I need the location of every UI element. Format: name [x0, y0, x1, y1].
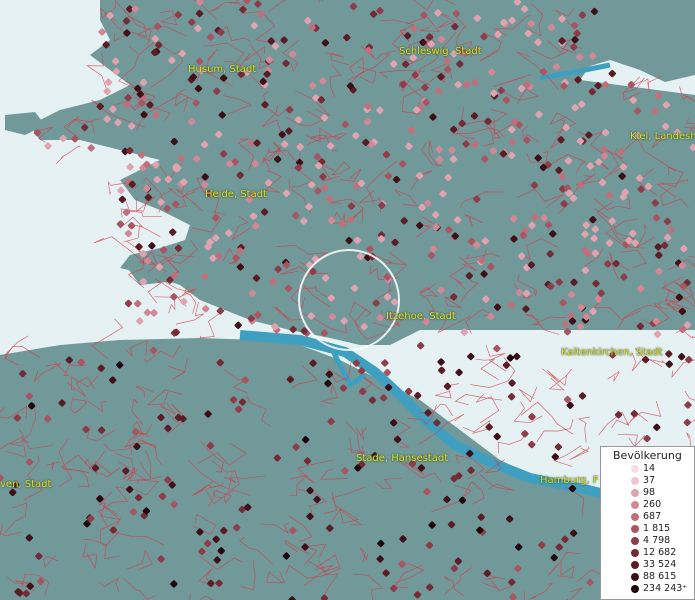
label-stade: Stade, Hansestadt	[356, 453, 449, 464]
population-map[interactable]	[0, 0, 695, 600]
label-heide: Heide, Stadt	[205, 189, 267, 200]
legend-entry: 98	[601, 487, 695, 499]
label-kiel: Kiel, Landesh	[630, 131, 695, 142]
legend-swatch	[631, 549, 639, 557]
legend-label: 260	[643, 499, 662, 510]
legend-entry: 687	[601, 511, 695, 523]
legend-swatch	[631, 489, 639, 497]
legend-label: 12 682	[643, 547, 677, 558]
legend-label: 98	[643, 487, 656, 498]
legend-label: 234 243⁺	[643, 583, 688, 594]
legend-entry: 33 524	[601, 559, 695, 571]
label-hamburg: Hamburg, F	[540, 475, 599, 486]
legend-swatch	[631, 573, 639, 581]
legend-entry: 37	[601, 475, 695, 487]
legend-entry: 1 815	[601, 523, 695, 535]
legend-title: Bevölkerung	[613, 449, 682, 462]
legend-entry: 4 798	[601, 535, 695, 547]
legend-swatch	[631, 513, 639, 521]
legend-swatch	[631, 465, 639, 473]
legend-entry: 88 615	[601, 571, 695, 583]
legend-swatch	[631, 525, 639, 533]
legend-swatch	[631, 501, 639, 509]
label-schleswig: Schleswig, Stadt	[399, 46, 482, 57]
legend-label: 88 615	[643, 571, 677, 582]
legend-label: 37	[643, 475, 656, 486]
population-legend: Bevölkerung 14 37 98 260 687 1 815 4 798…	[600, 446, 695, 600]
legend-entry: 234 243⁺	[601, 583, 695, 595]
legend-swatch	[631, 585, 639, 593]
legend-label: 14	[643, 463, 656, 474]
legend-label: 33 524	[643, 559, 677, 570]
legend-swatch	[631, 537, 639, 545]
legend-label: 4 798	[643, 535, 671, 546]
legend-entry: 12 682	[601, 547, 695, 559]
legend-entry: 260	[601, 499, 695, 511]
legend-swatch	[631, 477, 639, 485]
label-kaltenkirchen: Kaltenkirchen, Stadt	[561, 347, 663, 358]
label-husum: Husum, Stadt	[188, 64, 257, 75]
legend-swatch	[631, 561, 639, 569]
legend-label: 1 815	[643, 523, 671, 534]
label-itzehoe: Itzehoe, Stadt	[386, 311, 456, 322]
legend-label: 687	[643, 511, 662, 522]
legend-entry: 14	[601, 463, 695, 475]
label-cuxhaven: ven, Stadt	[0, 479, 52, 490]
